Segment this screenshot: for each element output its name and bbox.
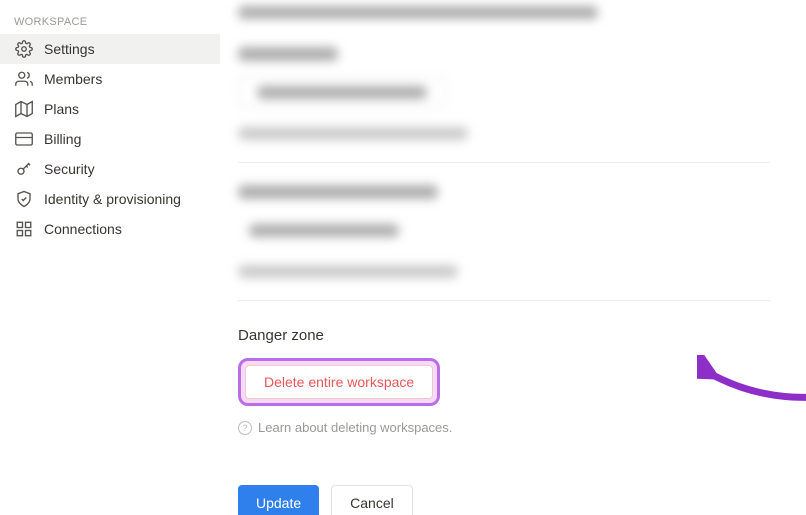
sidebar-item-plans[interactable]: Plans <box>0 94 220 124</box>
sidebar-item-billing[interactable]: Billing <box>0 124 220 154</box>
footer-actions: Update Cancel <box>238 485 770 515</box>
danger-zone-title: Danger zone <box>238 327 770 344</box>
help-icon: ? <box>238 421 252 435</box>
key-icon <box>14 159 34 179</box>
sidebar-item-label: Settings <box>44 41 95 57</box>
blurred-section <box>238 47 770 140</box>
sidebar-item-label: Members <box>44 71 102 87</box>
main-content: Danger zone Delete entire workspace ? Le… <box>220 0 806 515</box>
sidebar: WORKSPACE Settings Members Plans Billing… <box>0 0 220 515</box>
sidebar-item-label: Identity & provisioning <box>44 191 181 207</box>
sidebar-item-label: Billing <box>44 131 81 147</box>
credit-card-icon <box>14 129 34 149</box>
shield-check-icon <box>14 189 34 209</box>
cancel-button[interactable]: Cancel <box>331 485 413 515</box>
arrow-annotation-icon <box>697 355 806 415</box>
blurred-section <box>238 6 770 19</box>
blurred-section <box>238 185 770 278</box>
divider <box>238 162 770 163</box>
sidebar-item-members[interactable]: Members <box>0 64 220 94</box>
update-button[interactable]: Update <box>238 485 319 515</box>
sidebar-item-label: Security <box>44 161 95 177</box>
sidebar-item-label: Connections <box>44 221 122 237</box>
sidebar-item-security[interactable]: Security <box>0 154 220 184</box>
sidebar-item-connections[interactable]: Connections <box>0 214 220 244</box>
delete-workspace-button[interactable]: Delete entire workspace <box>245 365 433 399</box>
sidebar-item-settings[interactable]: Settings <box>0 34 220 64</box>
sidebar-header: WORKSPACE <box>0 12 220 34</box>
grid-icon <box>14 219 34 239</box>
learn-link-label: Learn about deleting workspaces. <box>258 420 452 435</box>
people-icon <box>14 69 34 89</box>
gear-icon <box>14 39 34 59</box>
sidebar-item-identity[interactable]: Identity & provisioning <box>0 184 220 214</box>
divider <box>238 300 770 301</box>
learn-link[interactable]: ? Learn about deleting workspaces. <box>238 420 770 435</box>
sidebar-item-label: Plans <box>44 101 79 117</box>
map-icon <box>14 99 34 119</box>
danger-highlight: Delete entire workspace <box>238 358 440 406</box>
